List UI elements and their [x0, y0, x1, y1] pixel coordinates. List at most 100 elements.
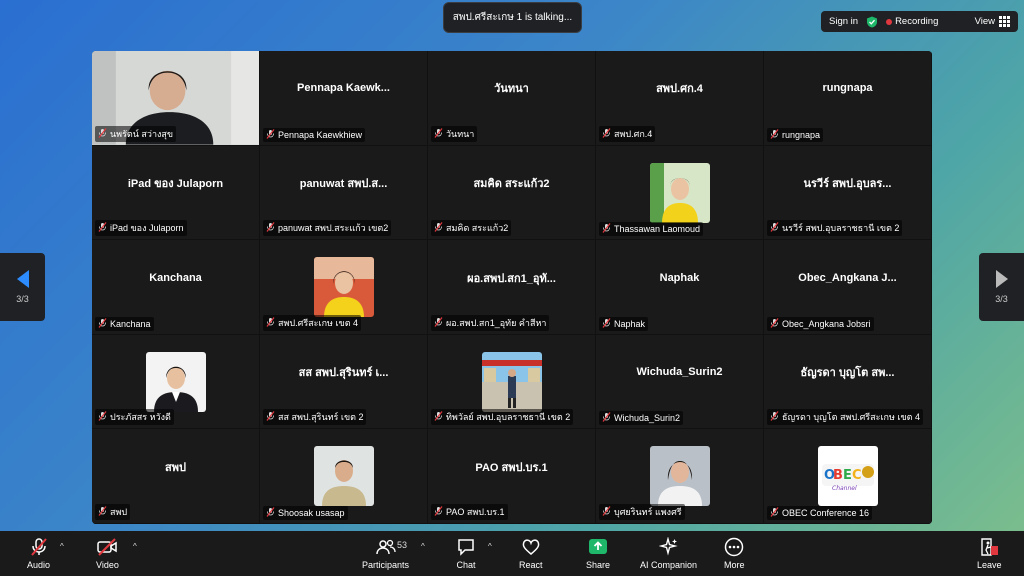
participant-name-label: ประภัสสร หวังดี	[95, 409, 174, 426]
microphone-muted-icon	[266, 507, 275, 519]
participant-tile[interactable]: O B E C Channel OBEC Conference 16	[764, 429, 932, 524]
participant-display-name: rungnapa	[822, 82, 873, 95]
participant-tile[interactable]: ธัญรดา บุญโต สพ... ธัญรดา บุญโต สพป.ศรีสะ…	[764, 334, 932, 430]
microphone-muted-icon	[602, 317, 611, 330]
leave-label: Leave	[977, 560, 1002, 570]
participant-tile[interactable]: บุศยรินทร์ แพงศรี	[596, 429, 764, 524]
participant-avatar	[650, 162, 710, 223]
recording-indicator[interactable]: Recording	[886, 16, 938, 27]
microphone-muted-icon	[434, 411, 443, 423]
participant-name-label: Naphak	[599, 316, 649, 331]
participant-name-label: สพป.ศรีสะเกษ เขต 4	[263, 314, 362, 331]
microphone-muted-icon	[266, 128, 275, 141]
microphone-muted-icon	[770, 507, 779, 519]
participant-tile[interactable]: Obec_Angkana J... Obec_Angkana Jobsri	[764, 240, 932, 335]
audio-button[interactable]: Audio	[27, 537, 50, 570]
microphone-muted-icon	[98, 222, 107, 234]
svg-text:C: C	[852, 468, 862, 483]
participant-tile[interactable]: สมคิด สระแก้ว2 สมคิด สระแก้ว2	[428, 145, 596, 241]
view-button[interactable]: View	[975, 16, 1010, 27]
participant-tile[interactable]: สพป.ศก.4 สพป.ศก.4	[596, 51, 764, 146]
microphone-muted-icon	[30, 538, 47, 556]
participant-display-name: ธัญรดา บุญโต สพ...	[800, 367, 895, 380]
participant-avatar	[146, 351, 206, 412]
react-button[interactable]: React	[519, 537, 543, 570]
participant-display-name: Naphak	[659, 271, 700, 284]
meeting-toolbar: Audio ^ Video ^ Participants 53 ^ Chat ^…	[0, 531, 1024, 576]
participant-name: นรวีร์ สพป.อุบลราชธานี เขต 2	[782, 223, 900, 234]
page-indicator-left: 3/3	[16, 294, 29, 304]
participant-name: นพรัตน์ สว่างสุข	[110, 128, 174, 139]
participant-tile[interactable]: วันทนา วันทนา	[428, 51, 596, 146]
participant-name: สมคิด สระแก้ว2	[446, 223, 509, 234]
video-button[interactable]: Video	[96, 537, 119, 570]
participant-name: panuwat สพป.สระแก้ว เขต2	[278, 223, 389, 234]
participant-name: Obec_Angkana Jobsri	[782, 318, 871, 329]
participant-tile[interactable]: Shoosak usasap	[260, 429, 428, 524]
participant-avatar	[650, 446, 710, 507]
participant-name: บุศยรินทร์ แพงศรี	[614, 506, 682, 517]
participant-tile[interactable]: PAO สพป.บร.1 PAO สพป.บร.1	[428, 429, 596, 524]
share-button[interactable]: Share	[586, 537, 610, 570]
arrow-left-icon	[16, 270, 29, 288]
camera-off-icon	[97, 538, 118, 556]
more-button[interactable]: More	[724, 537, 745, 570]
participants-options-caret-icon[interactable]: ^	[421, 542, 425, 551]
participant-display-name: นรวีร์ สพป.อุบลร...	[803, 178, 892, 191]
participant-name-label: Kanchana	[95, 316, 154, 331]
participant-display-name: สพป	[165, 461, 186, 474]
participant-name-label: iPad ของ Julaporn	[95, 220, 187, 237]
next-page-button[interactable]: 3/3	[979, 253, 1024, 321]
participant-tile[interactable]: panuwat สพป.ส... panuwat สพป.สระแก้ว เขต2	[260, 145, 428, 241]
leave-button[interactable]: Leave	[977, 537, 1002, 570]
talking-indicator: สพป.ศรีสะเกษ 1 is talking...	[443, 2, 582, 33]
audio-options-caret-icon[interactable]: ^	[60, 542, 64, 551]
participant-name-label: สพป.ศก.4	[599, 125, 656, 142]
more-dots-icon	[725, 537, 744, 557]
participant-avatar: O B E C Channel	[818, 446, 878, 507]
participant-tile[interactable]: สส สพป.สุรินทร์ เ... สส สพป.สุรินทร์ เขต …	[260, 334, 428, 430]
video-options-caret-icon[interactable]: ^	[133, 542, 137, 551]
participant-name: สพป	[110, 506, 128, 517]
participant-display-name: สส สพป.สุรินทร์ เ...	[298, 367, 389, 380]
ai-companion-button[interactable]: AI Companion	[640, 537, 697, 570]
previous-page-button[interactable]: 3/3	[0, 253, 45, 321]
participant-tile[interactable]: นรวีร์ สพป.อุบลร... นรวีร์ สพป.อุบลราชธาน…	[764, 145, 932, 241]
view-label: View	[974, 16, 995, 27]
participant-name-label: OBEC Conference 16	[767, 505, 873, 520]
participant-tile[interactable]: Wichuda_Surin2 Wichuda_Surin2	[596, 334, 764, 430]
participant-tile[interactable]: Thassawan Laomoud	[596, 145, 764, 241]
participant-display-name: PAO สพป.บร.1	[475, 461, 548, 474]
participant-avatar	[314, 446, 374, 507]
participant-tile[interactable]: Pennapa Kaewk... Pennapa Kaewkhiew	[260, 51, 428, 146]
participant-display-name: Pennapa Kaewk...	[297, 82, 390, 95]
participant-display-name: iPad ของ Julaporn	[127, 178, 224, 191]
microphone-muted-icon	[434, 316, 443, 329]
participant-tile[interactable]: ประภัสสร หวังดี	[92, 334, 260, 430]
participant-tile[interactable]: ผอ.สพป.สก1_อุทั... ผอ.สพป.สก1_อุทัย คำสีห…	[428, 240, 596, 335]
chat-button[interactable]: Chat	[456, 537, 476, 570]
participant-display-name: สพป.ศก.4	[656, 83, 703, 96]
participant-name: PAO สพป.บร.1	[446, 506, 505, 517]
participant-tile[interactable]: สพป สพป	[92, 429, 260, 524]
share-label: Share	[586, 560, 611, 570]
sign-in-link[interactable]: Sign in	[829, 16, 858, 27]
participant-name: สส สพป.สุรินทร์ เขต 2	[278, 412, 364, 423]
participant-tile[interactable]: rungnapa rungnapa	[764, 51, 932, 146]
svg-text:E: E	[843, 468, 852, 483]
audio-label: Audio	[27, 560, 51, 570]
svg-text:Channel: Channel	[832, 485, 857, 492]
participant-tile[interactable]: Kanchana Kanchana	[92, 240, 260, 335]
participant-tile[interactable]: Naphak Naphak	[596, 240, 764, 335]
participant-name-label: สส สพป.สุรินทร์ เขต 2	[263, 409, 367, 426]
chat-options-caret-icon[interactable]: ^	[488, 542, 492, 551]
participant-avatar	[314, 257, 374, 318]
participant-name-label: นรวีร์ สพป.อุบลราชธานี เขต 2	[767, 220, 903, 237]
participant-name-label: panuwat สพป.สระแก้ว เขต2	[263, 220, 392, 237]
participant-tile[interactable]: ทิพวัลย์ สพป.อุบลราชธานี เขต 2	[428, 334, 596, 430]
participant-tile[interactable]: สพป.ศรีสะเกษ เขต 4	[260, 240, 428, 335]
page-indicator-right: 3/3	[995, 294, 1008, 304]
participant-tile[interactable]: นพรัตน์ สว่างสุข	[92, 51, 260, 146]
participant-tile[interactable]: iPad ของ Julaporn iPad ของ Julaporn	[92, 145, 260, 241]
participant-name: สพป.ศก.4	[614, 128, 653, 139]
